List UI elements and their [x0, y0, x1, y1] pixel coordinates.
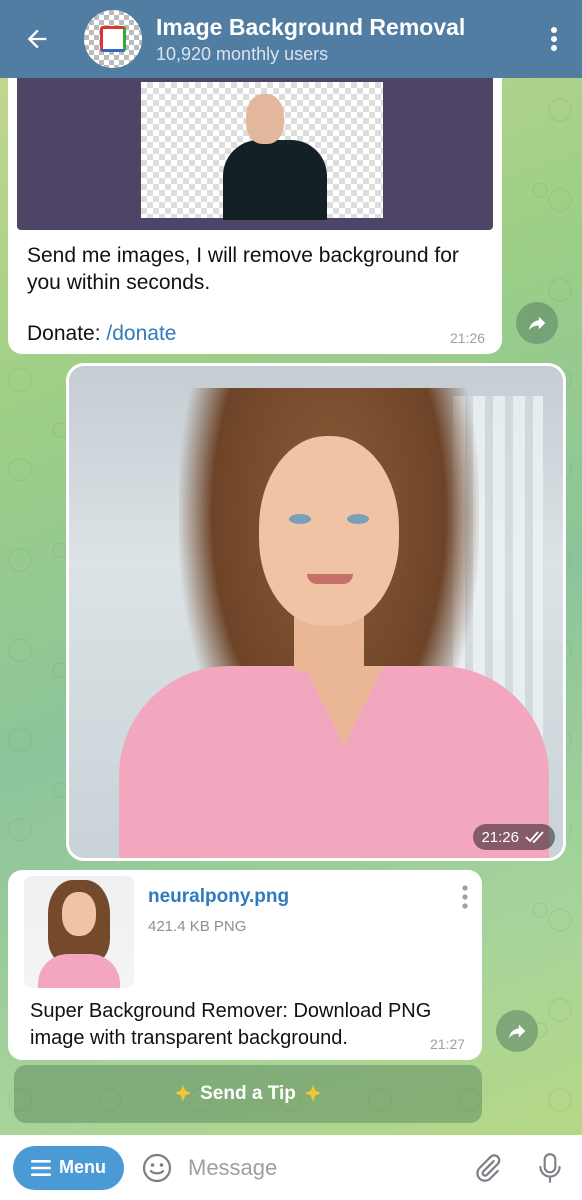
file-time: 21:27 [430, 1036, 466, 1052]
emoji-smile-icon [142, 1153, 172, 1182]
mouth [307, 574, 353, 584]
photo-time: 21:26 [481, 828, 519, 846]
shirt-neckline [304, 666, 384, 746]
file-thumbnail[interactable] [24, 876, 134, 988]
sparkle-star-icon [304, 1084, 322, 1102]
attach-button[interactable] [468, 1148, 508, 1188]
menu-label: Menu [59, 1157, 106, 1177]
chat-subtitle: 10,920 monthly users [156, 43, 329, 64]
file-meta: 421.4 KB PNG [148, 918, 247, 935]
chat-header: Image Background Removal 10,920 monthly … [0, 0, 582, 78]
donate-link[interactable]: /donate [106, 322, 176, 345]
chat-title-area[interactable]: Image Background Removal 10,920 monthly … [156, 14, 526, 65]
file-menu-button[interactable] [456, 882, 474, 912]
sparkle-star-icon [174, 1084, 192, 1102]
microphone-icon [539, 1152, 561, 1183]
avatar-logo [100, 26, 126, 52]
forward-button[interactable] [516, 302, 558, 344]
file-caption: Super Background Remover: Download PNG i… [30, 1000, 432, 1049]
back-button[interactable] [0, 0, 74, 78]
photo-message[interactable]: 21:26 [66, 363, 566, 861]
double-check-icon [525, 831, 544, 844]
emoji-button[interactable] [140, 1151, 174, 1185]
thumb-face [62, 892, 96, 936]
intro-message[interactable]: Send me images, I will remove background… [8, 60, 502, 354]
photo-face [259, 436, 399, 626]
chat-title: Image Background Removal [156, 13, 466, 40]
message-input-bar: Menu [0, 1135, 582, 1200]
right-eye [347, 514, 369, 524]
message-time: 21:26 [450, 330, 486, 346]
thumb-shirt [38, 954, 120, 988]
bot-avatar[interactable] [84, 10, 142, 68]
forward-arrow-icon [528, 316, 546, 331]
message-input[interactable] [188, 1154, 458, 1181]
more-vertical-icon [462, 885, 468, 909]
person-cutout-body [223, 140, 327, 220]
file-name[interactable]: neuralpony.png [148, 886, 289, 908]
donate-label: Donate: [27, 322, 107, 345]
intro-text: Send me images, I will remove background… [27, 244, 459, 294]
more-options-button[interactable] [526, 0, 582, 78]
intro-image[interactable] [17, 60, 493, 230]
person-cutout-head [246, 94, 284, 144]
menu-icon [31, 1159, 51, 1176]
more-vertical-icon [551, 27, 557, 51]
left-eye [289, 514, 311, 524]
paperclip-icon [476, 1153, 501, 1182]
bot-menu-button[interactable]: Menu [13, 1145, 124, 1190]
send-tip-button[interactable]: Send a Tip [14, 1065, 482, 1123]
forward-button[interactable] [496, 1010, 538, 1052]
photo-time-pill: 21:26 [473, 824, 555, 850]
donate-line: Donate: /donate [27, 322, 176, 346]
forward-arrow-icon [508, 1024, 526, 1039]
file-message[interactable]: neuralpony.png 421.4 KB PNG Super Backgr… [8, 870, 482, 1060]
send-tip-label: Send a Tip [200, 1083, 296, 1104]
transparent-preview [141, 82, 383, 220]
voice-message-button[interactable] [530, 1148, 570, 1188]
arrow-left-icon [27, 29, 47, 49]
